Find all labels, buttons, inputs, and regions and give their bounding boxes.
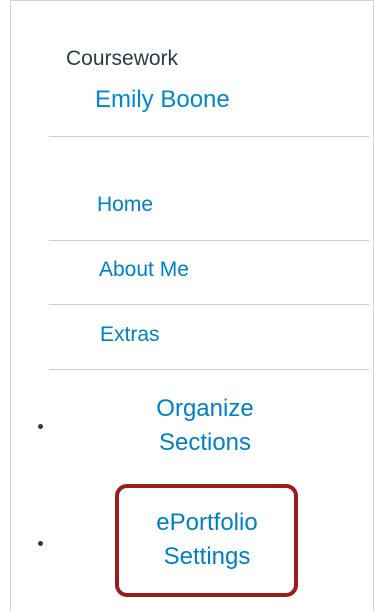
eportfolio-settings-line2: Settings <box>163 543 251 570</box>
divider <box>49 240 369 241</box>
eportfolio-settings-link[interactable]: ePortfolio Settings <box>112 506 302 574</box>
divider <box>49 304 369 305</box>
eportfolio-settings-line1: ePortfolio <box>156 509 258 536</box>
organize-sections-line2: Sections <box>158 429 252 456</box>
divider <box>49 369 369 370</box>
nav-item-home[interactable]: Home <box>97 193 153 217</box>
section-title: Coursework <box>66 47 179 70</box>
divider <box>49 136 369 137</box>
nav-item-about-me[interactable]: About Me <box>99 258 189 282</box>
nav-item-extras[interactable]: Extras <box>100 323 160 347</box>
owner-name-link[interactable]: Emily Boone <box>95 86 230 114</box>
organize-sections-link[interactable]: Organize Sections <box>110 392 300 460</box>
list-bullet <box>38 424 43 429</box>
list-bullet <box>38 541 43 546</box>
organize-sections-line1: Organize <box>156 395 254 422</box>
